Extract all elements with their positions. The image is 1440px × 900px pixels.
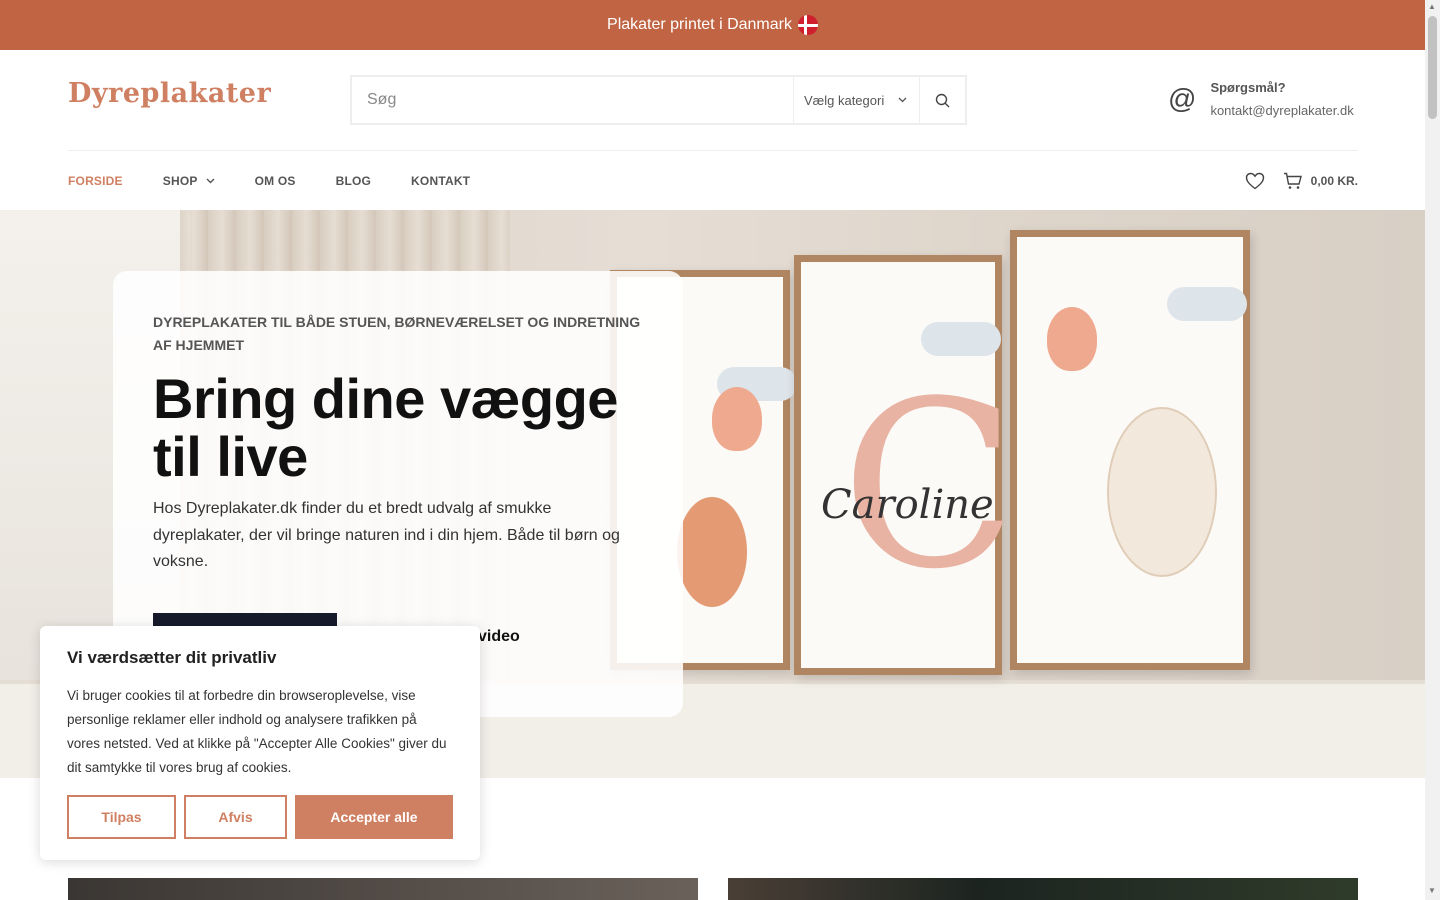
poster-name-text: Caroline (821, 482, 994, 528)
site-logo[interactable]: Dyreplakater (68, 78, 271, 109)
accept-all-button[interactable]: Accepter alle (295, 795, 453, 839)
scroll-up-icon[interactable]: ▲ (1428, 2, 1436, 11)
shopping-cart-icon (1283, 172, 1302, 189)
nav-item-label: BLOG (335, 173, 372, 188)
cart-button[interactable]: 0,00 KR. (1283, 172, 1358, 190)
nav-item-label: SHOP (162, 173, 198, 188)
search-input[interactable] (352, 77, 793, 123)
fox-illustration (677, 497, 747, 607)
nav-item-blog[interactable]: BLOG (336, 174, 371, 188)
cloud-shape (1167, 287, 1247, 321)
hero-eyebrow: DYREPLAKATER TIL BÅDE STUEN, BØRNEVÆRELS… (153, 314, 641, 353)
announcement-text: Plakater printet i Danmark (607, 16, 792, 33)
cart-total: 0,00 KR. (1310, 174, 1358, 188)
cookie-consent-dialog: Vi værdsætter dit privatliv Vi bruger co… (40, 626, 480, 860)
contact-title: Spørgsmål? (1210, 80, 1286, 95)
page-scrollbar[interactable]: ▲ ▼ (1425, 0, 1440, 900)
nav-item-forside[interactable]: FORSIDE (68, 174, 123, 188)
announcement-bar: Plakater printet i Danmark (0, 0, 1425, 50)
heart-icon[interactable] (1245, 172, 1265, 190)
nav-item-label: KONTAKT (411, 173, 471, 188)
nav-item-label: OM OS (254, 173, 296, 188)
heart-balloon-shape (712, 387, 762, 451)
cookie-title: Vi værdsætter dit privatliv (67, 648, 277, 667)
hero-headline: Bring dine vægge til live (153, 367, 618, 488)
hero-lead: Hos Dyreplakater.dk finder du et bredt u… (153, 500, 620, 570)
contact-info: @ Spørgsmål? kontakt@dyreplakater.dk (1168, 80, 1354, 118)
contact-email-link[interactable]: kontakt@dyreplakater.dk (1210, 103, 1353, 118)
main-navigation: FORSIDE SHOP OM OS BLOG KONTAKT 0,00 KR. (68, 150, 1358, 210)
nav-item-label: FORSIDE (68, 173, 123, 188)
search-bar: Vælg kategori (350, 75, 967, 125)
category-card-image[interactable] (728, 878, 1358, 900)
category-select-label: Vælg kategori (804, 92, 885, 108)
reject-button[interactable]: Afvis (184, 795, 287, 839)
search-icon (935, 93, 950, 107)
site-header: Dyreplakater Vælg kategori @ Spørgsmål? … (0, 50, 1425, 150)
nav-item-om-os[interactable]: OM OS (255, 174, 296, 188)
search-button[interactable] (919, 77, 965, 123)
poster-name: C Caroline (794, 255, 1017, 675)
at-sign-icon: @ (1168, 83, 1197, 114)
cloud-shape (921, 322, 1001, 356)
header-actions: 0,00 KR. (1245, 151, 1358, 211)
watch-video-link[interactable]: video (478, 628, 520, 646)
nav-item-shop[interactable]: SHOP (163, 174, 215, 188)
cookie-text: Vi bruger cookies til at forbedre din br… (67, 688, 447, 775)
scroll-down-icon[interactable]: ▼ (1428, 886, 1436, 895)
category-card-image[interactable] (68, 878, 698, 900)
danish-flag-icon (797, 15, 818, 35)
nav-item-kontakt[interactable]: KONTAKT (411, 174, 470, 188)
bear-illustration (1107, 407, 1217, 577)
scrollbar-thumb[interactable] (1428, 16, 1437, 119)
poster-bear (1010, 230, 1250, 670)
chevron-down-icon (206, 178, 215, 183)
heart-balloon-shape (1047, 307, 1097, 371)
cookie-actions: Tilpas Afvis Accepter alle (67, 795, 453, 839)
chevron-down-icon (898, 97, 907, 103)
customize-button[interactable]: Tilpas (67, 795, 176, 839)
category-select[interactable]: Vælg kategori (793, 77, 919, 123)
